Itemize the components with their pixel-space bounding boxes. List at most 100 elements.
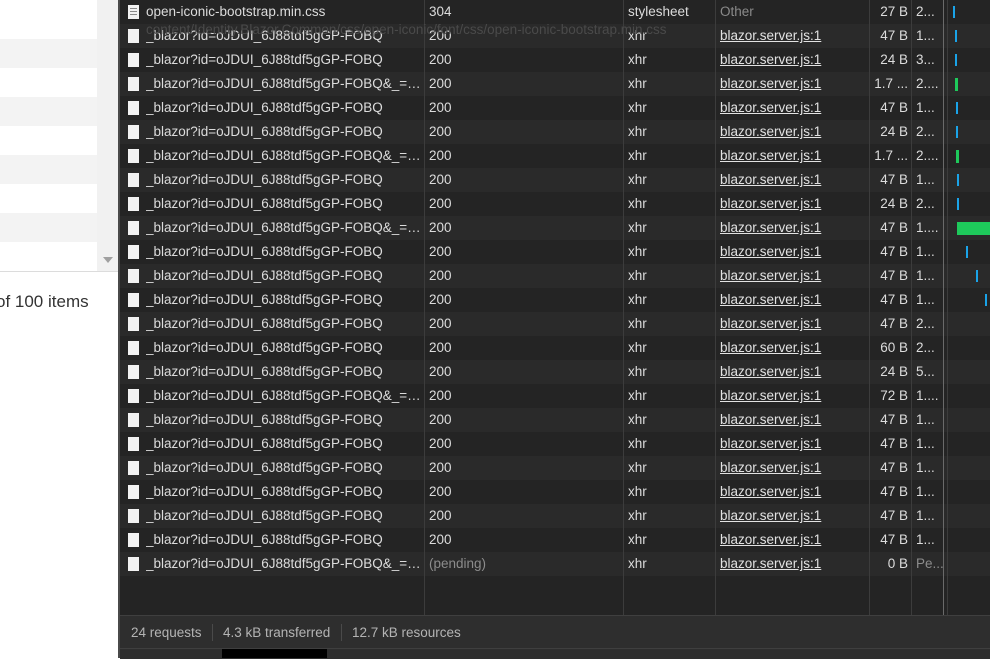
blank-file-icon (128, 197, 139, 211)
request-initiator[interactable]: blazor.server.js:1 (720, 48, 866, 72)
request-row[interactable]: _blazor?id=oJDUI_6J88tdf5gGP-FOBQ 200 xhr b… (120, 312, 990, 336)
request-initiator[interactable]: blazor.server.js:1 (720, 336, 866, 360)
request-type: xhr (628, 508, 647, 523)
drawer-tab[interactable] (222, 649, 327, 658)
request-row[interactable]: _blazor?id=oJDUI_6J88tdf5gGP-FOBQ 200 xhr b… (120, 168, 990, 192)
grid-row[interactable] (0, 39, 97, 68)
request-time: 1... (916, 292, 935, 307)
request-row[interactable]: _blazor?id=oJDUI_6J88tdf5gGP-FOBQ 200 xhr b… (120, 264, 990, 288)
request-initiator[interactable]: blazor.server.js:1 (720, 432, 866, 456)
blank-file-icon (128, 341, 139, 355)
request-time: 2... (916, 4, 935, 19)
request-row[interactable]: _blazor?id=oJDUI_6J88tdf5gGP-FOBQ 200 xhr b… (120, 408, 990, 432)
request-size: 47 B (880, 100, 908, 115)
waterfall-bar (966, 246, 968, 258)
request-row[interactable]: _blazor?id=oJDUI_6J88tdf5gGP-FOBQ 200 xhr b… (120, 120, 990, 144)
grid-row[interactable] (0, 97, 97, 126)
request-status: 200 (429, 244, 452, 259)
request-row[interactable]: _blazor?id=oJDUI_6J88tdf5gGP-FOBQ 200 xhr b… (120, 96, 990, 120)
request-type: xhr (628, 172, 647, 187)
request-row[interactable]: _blazor?id=oJDUI_6J88tdf5gGP-FOBQ 200 xhr b… (120, 48, 990, 72)
blank-file-icon (128, 269, 139, 283)
request-size: 47 B (880, 436, 908, 451)
column-divider[interactable] (715, 0, 716, 615)
waterfall-bar (976, 270, 978, 282)
request-type: xhr (628, 124, 647, 139)
panel-splitter[interactable] (118, 0, 120, 658)
request-initiator[interactable]: blazor.server.js:1 (720, 480, 866, 504)
request-initiator[interactable]: blazor.server.js:1 (720, 240, 866, 264)
request-initiator[interactable]: blazor.server.js:1 (720, 504, 866, 528)
request-initiator[interactable]: blazor.server.js:1 (720, 120, 866, 144)
request-initiator[interactable]: blazor.server.js:1 (720, 288, 866, 312)
request-row[interactable]: _blazor?id=oJDUI_6J88tdf5gGP-FOBQ 200 xhr b… (120, 504, 990, 528)
column-divider[interactable] (911, 0, 912, 615)
blank-file-icon (128, 29, 139, 43)
request-type: xhr (628, 388, 647, 403)
request-row[interactable]: _blazor?id=oJDUI_6J88tdf5gGP-FOBQ&_=1...… (120, 72, 990, 96)
request-status: 200 (429, 316, 452, 331)
blank-file-icon (128, 413, 139, 427)
request-initiator[interactable]: blazor.server.js:1 (720, 384, 866, 408)
request-time: 2... (916, 316, 935, 331)
grid-row[interactable] (0, 213, 97, 242)
grid-row[interactable] (0, 126, 97, 155)
request-row[interactable]: open-iconic-bootstrap.min.css 304 styleshe… (120, 0, 990, 24)
column-divider[interactable] (424, 0, 425, 615)
request-row[interactable]: _blazor?id=oJDUI_6J88tdf5gGP-FOBQ 200 xhr b… (120, 432, 990, 456)
request-initiator[interactable]: blazor.server.js:1 (720, 360, 866, 384)
request-name: _blazor?id=oJDUI_6J88tdf5gGP-FOBQ (146, 460, 383, 475)
request-row[interactable]: _blazor?id=oJDUI_6J88tdf5gGP-FOBQ&_=1...… (120, 144, 990, 168)
request-row[interactable]: _blazor?id=oJDUI_6J88tdf5gGP-FOBQ&_=1...… (120, 384, 990, 408)
request-time: 2... (916, 196, 935, 211)
scroll-down-arrow-icon[interactable] (103, 257, 113, 263)
column-divider[interactable] (947, 0, 948, 615)
grid-row[interactable] (0, 10, 97, 39)
request-row[interactable]: _blazor?id=oJDUI_6J88tdf5gGP-FOBQ&_=1...… (120, 552, 990, 576)
request-initiator[interactable]: blazor.server.js:1 (720, 408, 866, 432)
request-time: 2... (916, 340, 935, 355)
request-initiator[interactable]: blazor.server.js:1 (720, 552, 866, 576)
grid-scrollbar[interactable] (97, 0, 118, 271)
request-row[interactable]: _blazor?id=oJDUI_6J88tdf5gGP-FOBQ 200 xhr b… (120, 240, 990, 264)
request-status: 200 (429, 220, 452, 235)
request-initiator[interactable]: blazor.server.js:1 (720, 24, 866, 48)
request-time: 1... (916, 244, 935, 259)
blank-file-icon (128, 461, 139, 475)
request-time: 3... (916, 52, 935, 67)
column-divider[interactable] (623, 0, 624, 615)
grid-row[interactable] (0, 184, 97, 213)
request-initiator[interactable]: blazor.server.js:1 (720, 528, 866, 552)
column-divider[interactable] (869, 0, 870, 615)
request-initiator[interactable]: blazor.server.js:1 (720, 144, 866, 168)
request-initiator[interactable]: blazor.server.js:1 (720, 264, 866, 288)
request-type: xhr (628, 460, 647, 475)
request-size: 47 B (880, 460, 908, 475)
request-row[interactable]: _blazor?id=oJDUI_6J88tdf5gGP-FOBQ 200 xhr b… (120, 456, 990, 480)
grid-row[interactable] (0, 242, 97, 271)
request-name: _blazor?id=oJDUI_6J88tdf5gGP-FOBQ&_=1... (146, 556, 422, 571)
waterfall-bar (956, 102, 958, 114)
request-initiator[interactable]: blazor.server.js:1 (720, 312, 866, 336)
request-row[interactable]: _blazor?id=oJDUI_6J88tdf5gGP-FOBQ 200 xhr b… (120, 360, 990, 384)
request-row[interactable]: _blazor?id=oJDUI_6J88tdf5gGP-FOBQ 200 xhr b… (120, 192, 990, 216)
waterfall-bar (953, 6, 955, 18)
blank-file-icon (128, 149, 139, 163)
request-initiator[interactable]: blazor.server.js:1 (720, 456, 866, 480)
request-row[interactable]: _blazor?id=oJDUI_6J88tdf5gGP-FOBQ 200 xhr b… (120, 288, 990, 312)
request-initiator[interactable]: blazor.server.js:1 (720, 96, 866, 120)
grid-row[interactable] (0, 155, 97, 184)
request-row[interactable]: _blazor?id=oJDUI_6J88tdf5gGP-FOBQ 200 xhr b… (120, 480, 990, 504)
request-initiator[interactable]: blazor.server.js:1 (720, 168, 866, 192)
resources-size: 12.7 kB resources (352, 625, 461, 640)
grid-row[interactable] (0, 68, 97, 97)
request-row[interactable]: _blazor?id=oJDUI_6J88tdf5gGP-FOBQ&_=1...… (120, 216, 990, 240)
request-time: 1... (916, 484, 935, 499)
request-initiator[interactable]: blazor.server.js:1 (720, 216, 866, 240)
request-initiator[interactable]: blazor.server.js:1 (720, 192, 866, 216)
request-type: stylesheet (628, 4, 689, 19)
request-row[interactable]: _blazor?id=oJDUI_6J88tdf5gGP-FOBQ 200 xhr b… (120, 336, 990, 360)
request-row[interactable]: _blazor?id=oJDUI_6J88tdf5gGP-FOBQ 200 xhr b… (120, 528, 990, 552)
request-status: 200 (429, 364, 452, 379)
request-initiator[interactable]: blazor.server.js:1 (720, 72, 866, 96)
